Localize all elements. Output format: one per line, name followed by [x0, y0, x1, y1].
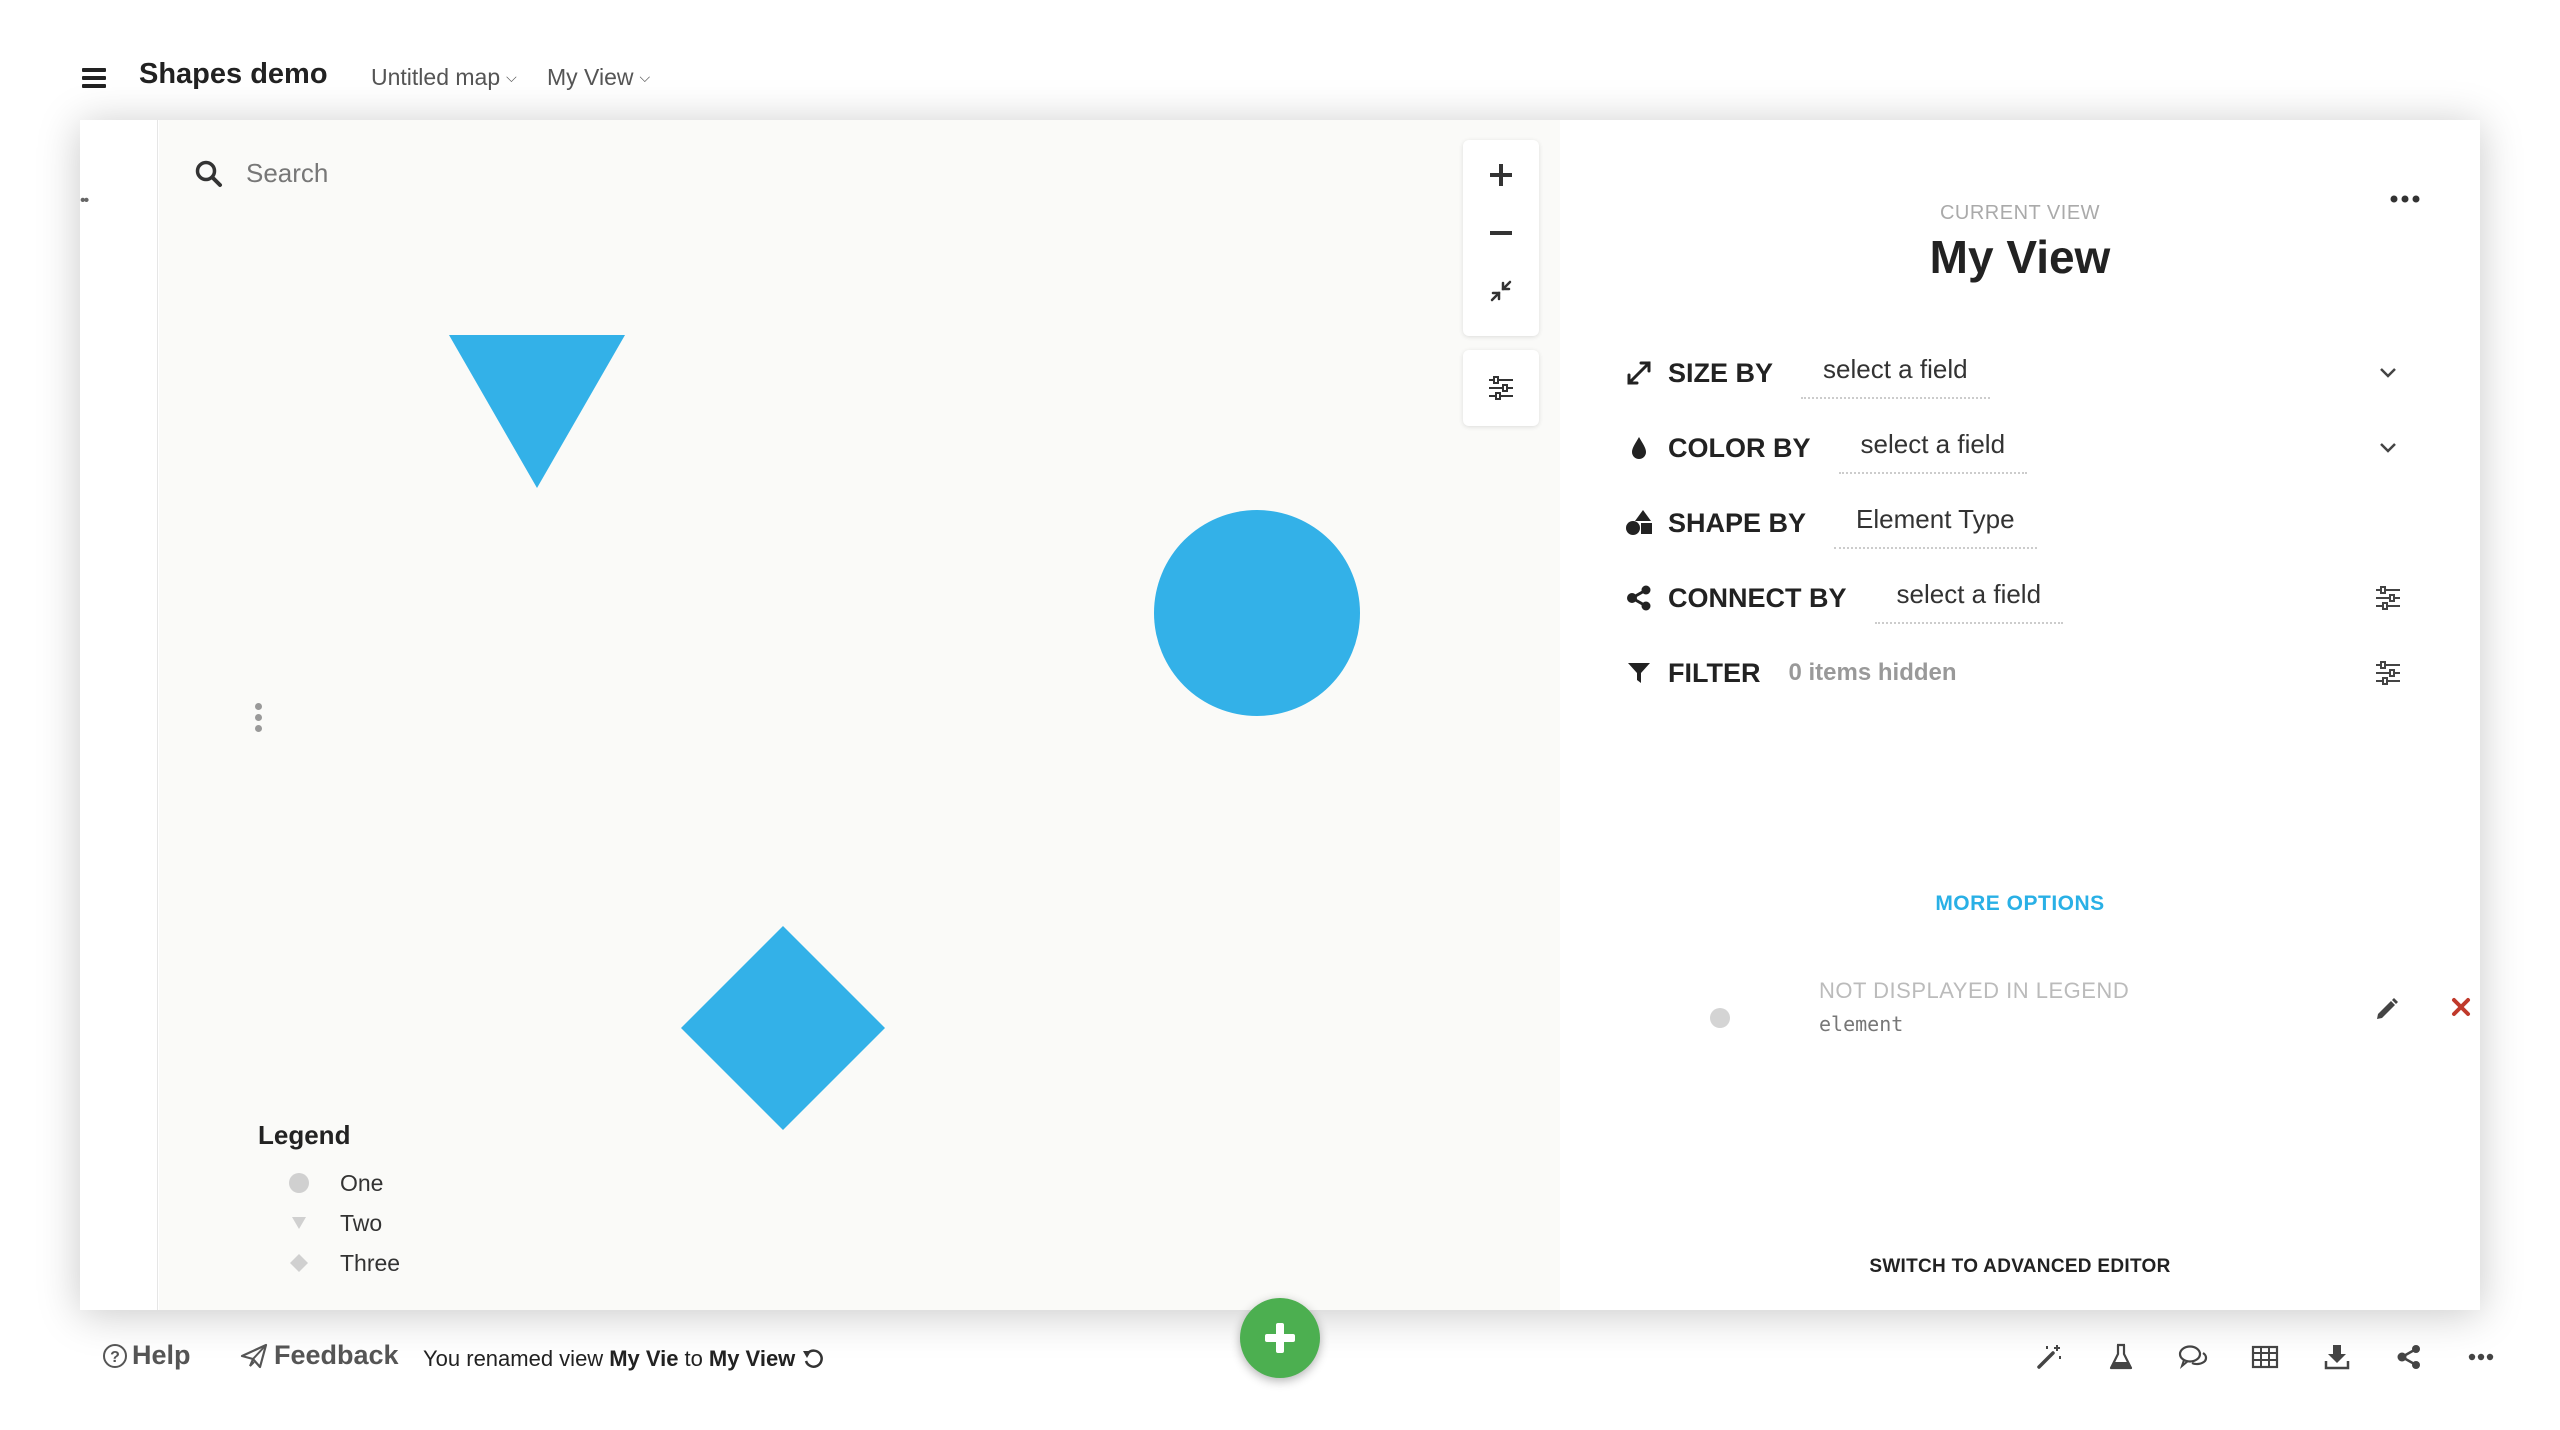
sliders-icon	[2376, 661, 2400, 685]
magic-wand-icon[interactable]	[2032, 1340, 2066, 1374]
status-message: You renamed view My Vie to My View	[423, 1346, 825, 1372]
table-icon[interactable]	[2248, 1340, 2282, 1374]
app-title: Shapes demo	[139, 58, 328, 90]
shapes-icon	[1626, 510, 1652, 535]
undo-icon[interactable]	[801, 1347, 825, 1371]
legend-entry-type: element	[1819, 1012, 1904, 1036]
plus-icon	[1490, 164, 1512, 186]
legend-item[interactable]: Two	[258, 1203, 400, 1243]
status-prefix: You renamed view	[423, 1346, 604, 1371]
connect-by-select[interactable]: select a field	[1874, 573, 2064, 624]
connect-by-label: CONNECT BY	[1668, 582, 1847, 613]
map-canvas[interactable]: Legend One Two Three	[159, 120, 1560, 1310]
map-selector[interactable]: Untitled map ⌵	[371, 64, 517, 91]
size-by-label: SIZE BY	[1668, 357, 1774, 388]
chevron-down-icon[interactable]	[2372, 432, 2404, 464]
feedback-label: Feedback	[274, 1340, 399, 1370]
sliders-icon	[1489, 376, 1513, 400]
minus-icon	[1490, 231, 1512, 235]
legend-title: Legend	[258, 1120, 351, 1150]
zoom-out-button[interactable]	[1463, 204, 1539, 262]
close-icon[interactable]	[2450, 996, 2472, 1023]
view-name: My View	[547, 64, 634, 90]
filter-label: FILTER	[1668, 657, 1761, 688]
shape-by-select[interactable]: Element Type	[1834, 498, 2037, 549]
left-collapsed-panel[interactable]: ••	[80, 120, 158, 1310]
connect-settings-button[interactable]	[2372, 582, 2404, 614]
more-icon[interactable]	[2464, 1340, 2498, 1374]
more-icon[interactable]: ••	[80, 192, 89, 210]
download-icon[interactable]	[2320, 1340, 2354, 1374]
filter-settings-button[interactable]	[2372, 657, 2404, 689]
flask-icon[interactable]	[2104, 1340, 2138, 1374]
chevron-down-icon[interactable]	[2372, 357, 2404, 389]
help-button[interactable]: ? Help	[102, 1340, 191, 1371]
bottom-bar: ? Help Feedback You renamed view My Vie …	[0, 1310, 2560, 1430]
status-mid: to	[684, 1346, 703, 1371]
main-card: •• Legend	[80, 120, 2480, 1310]
view-panel: CURRENT VIEW My View SIZE BY select a fi…	[1560, 120, 2480, 1310]
compress-icon	[1490, 280, 1512, 302]
shape-by-row: SHAPE BY Element Type	[1624, 498, 2037, 549]
view-title: My View	[1929, 231, 2111, 283]
svg-text:?: ?	[110, 1349, 120, 1366]
toolbar	[2032, 1340, 2498, 1374]
switch-advanced-editor-link[interactable]: SWITCH TO ADVANCED EDITOR	[1560, 1256, 2480, 1278]
shape-by-label: SHAPE BY	[1668, 507, 1807, 538]
share-icon	[1627, 585, 1651, 611]
circle-icon	[289, 1173, 309, 1193]
circle-node[interactable]	[1154, 510, 1360, 716]
share-icon[interactable]	[2392, 1340, 2426, 1374]
filter-row: FILTER 0 items hidden	[1624, 648, 1957, 698]
size-by-row: SIZE BY select a field	[1624, 348, 1990, 399]
paper-plane-icon	[240, 1343, 268, 1368]
circle-icon	[1710, 1008, 1730, 1028]
color-by-select[interactable]: select a field	[1838, 423, 2028, 474]
view-selector[interactable]: My View ⌵	[547, 64, 650, 91]
top-bar: Shapes demo Untitled map ⌵ My View ⌵	[0, 0, 2560, 120]
legend: Legend One Two Three	[258, 1120, 400, 1283]
legend-item-label: Three	[340, 1249, 401, 1276]
fit-to-screen-button[interactable]	[1463, 262, 1539, 320]
triangle-node[interactable]	[449, 335, 625, 488]
legend-item-label: Two	[340, 1209, 383, 1236]
chevron-down-icon: ⌵	[506, 69, 517, 85]
current-view-label: CURRENT VIEW	[1939, 202, 2101, 224]
help-label: Help	[132, 1340, 191, 1370]
filter-count[interactable]: 0 items hidden	[1788, 659, 1956, 687]
triangle-down-icon	[292, 1217, 306, 1229]
color-by-row: COLOR BY select a field	[1624, 423, 2028, 474]
menu-icon[interactable]	[82, 68, 106, 88]
diamond-node[interactable]	[681, 926, 885, 1130]
expand-icon	[1627, 361, 1651, 385]
status-new-name: My View	[708, 1346, 796, 1371]
sliders-icon	[2376, 586, 2400, 610]
more-options-link[interactable]: MORE OPTIONS	[1560, 892, 2480, 916]
filter-icon	[1628, 663, 1650, 683]
status-old-name: My Vie	[609, 1346, 679, 1371]
size-by-select[interactable]: select a field	[1801, 348, 1990, 399]
chevron-down-icon: ⌵	[639, 69, 651, 85]
diamond-icon	[290, 1254, 308, 1272]
zoom-in-button[interactable]	[1463, 146, 1539, 204]
question-icon: ?	[103, 1343, 127, 1368]
pencil-icon[interactable]	[2374, 996, 2400, 1027]
legend-item-label: One	[340, 1169, 384, 1196]
legend-item[interactable]: Three	[258, 1243, 400, 1283]
resize-handle[interactable]	[255, 703, 263, 732]
legend-entry-label: NOT DISPLAYED IN LEGEND	[1819, 978, 2130, 1003]
map-settings-button[interactable]	[1463, 350, 1539, 426]
zoom-controls	[1463, 140, 1539, 336]
comments-icon[interactable]	[2176, 1340, 2210, 1374]
droplet-icon	[1632, 437, 1646, 459]
connect-by-row: CONNECT BY select a field	[1624, 573, 2064, 624]
legend-entry: NOT DISPLAYED IN LEGEND element	[1710, 978, 2470, 1048]
color-by-label: COLOR BY	[1668, 432, 1811, 463]
feedback-button[interactable]: Feedback	[240, 1340, 399, 1371]
legend-item[interactable]: One	[258, 1163, 400, 1203]
map-name: Untitled map	[371, 64, 501, 90]
